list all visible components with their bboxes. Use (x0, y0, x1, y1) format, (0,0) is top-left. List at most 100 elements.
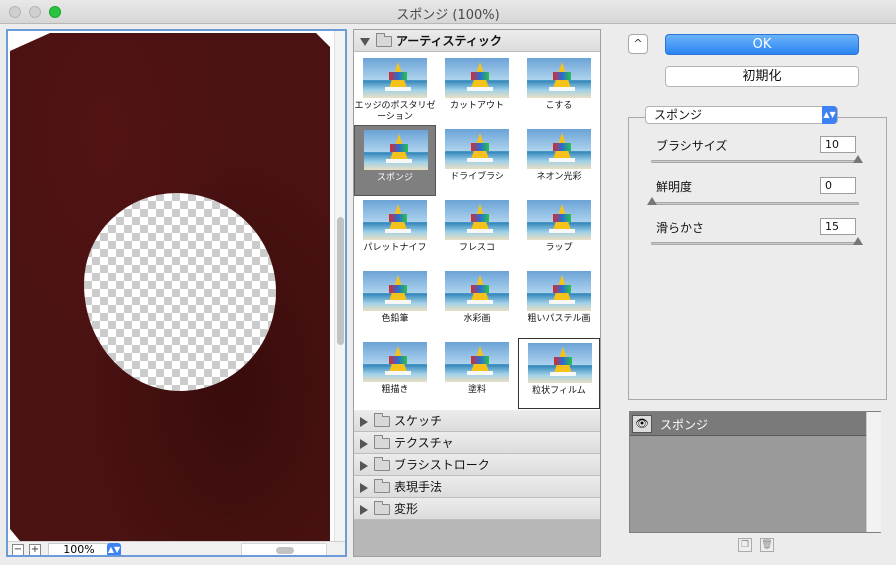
preview-canvas[interactable] (10, 33, 330, 541)
category-label: 変形 (394, 502, 419, 516)
slider-knob[interactable] (853, 155, 863, 163)
thumbnail-label: フレスコ (458, 243, 495, 253)
folder-icon (374, 435, 390, 449)
category-label: ブラシストローク (394, 458, 490, 472)
thumbnail-image (445, 58, 509, 98)
filter-thumbnail[interactable]: 粗描き (354, 338, 436, 409)
category-label: アーティスティック (396, 34, 502, 48)
chevron-updown-icon: ▲▼ (822, 106, 837, 124)
ok-button[interactable]: OK (665, 34, 859, 55)
sharpness-slider[interactable] (647, 197, 859, 205)
thumbnail-label: 粗いパステル画 (527, 314, 591, 324)
smoothness-label: 滑らかさ (656, 221, 705, 235)
thumbnail-label: 塗料 (467, 385, 486, 395)
folder-icon (374, 501, 390, 515)
thumbnail-label: パレットナイフ (363, 243, 427, 253)
thumbnail-label: ラップ (545, 243, 573, 253)
disclosure-closed-icon (360, 504, 368, 515)
titlebar: スポンジ (100%) (0, 0, 896, 24)
preview-vertical-scrollbar[interactable] (334, 31, 345, 541)
filter-thumbnail[interactable]: エッジのポスタリゼーション (354, 54, 436, 125)
filter-thumbnail[interactable]: 粒状フィルム (518, 338, 600, 409)
disclosure-open-icon (360, 37, 370, 46)
filter-thumbnail[interactable]: こする (518, 54, 600, 125)
filter-thumbnail[interactable]: 水彩画 (436, 267, 518, 338)
preview-toolbar: − + 100% ▲▼ (8, 541, 345, 555)
preview-horizontal-scrollbar[interactable] (241, 543, 327, 555)
sharpness-label: 鮮明度 (656, 180, 693, 194)
thumbnail-image (527, 271, 591, 311)
thumbnail-image (445, 200, 509, 240)
filter-thumbnail[interactable]: 粗いパステル画 (518, 267, 600, 338)
thumbnail-label: 水彩画 (463, 314, 491, 324)
thumbnail-image (527, 58, 591, 98)
effect-layers-panel: 👁 スポンジ (629, 411, 881, 533)
category-row[interactable]: 変形 (354, 498, 600, 520)
thumbnail-label: エッジのポスタリゼーション (354, 101, 436, 122)
thumbnail-label: スポンジ (376, 173, 413, 183)
filter-thumbnail[interactable]: ラップ (518, 196, 600, 267)
filter-thumbnail[interactable]: ネオン光彩 (518, 125, 600, 196)
filter-thumbnail[interactable]: 色鉛筆 (354, 267, 436, 338)
zoom-dropdown-icon[interactable]: ▲▼ (107, 543, 121, 555)
brush-size-input[interactable]: 10 (820, 136, 856, 153)
preview-pane[interactable]: − + 100% ▲▼ (6, 29, 347, 557)
thumbnail-image (363, 342, 427, 382)
thumbnail-image (364, 130, 428, 170)
layers-scrollbar[interactable] (866, 412, 881, 532)
trash-icon[interactable]: 🗑 (760, 538, 774, 552)
filter-select[interactable]: スポンジ ▲▼ (645, 106, 838, 124)
effect-layer-name: スポンジ (660, 418, 709, 432)
disclosure-closed-icon (360, 416, 368, 427)
filter-thumbnail[interactable]: ドライブラシ (436, 125, 518, 196)
disclosure-closed-icon (360, 482, 368, 493)
thumbnail-label: 粗描き (381, 385, 409, 395)
window-title: スポンジ (100%) (396, 8, 500, 23)
slider-knob[interactable] (853, 237, 863, 245)
folder-icon (376, 33, 392, 47)
filter-thumbnail[interactable]: 塗料 (436, 338, 518, 409)
thumbnail-image (528, 343, 592, 383)
filter-gallery-window: スポンジ (100%) − + 100% ▲▼ アーティスティック エッジのポス… (0, 0, 896, 565)
new-effect-layer-icon[interactable]: ❐ (738, 538, 752, 552)
filter-thumbnail[interactable]: カットアウト (436, 54, 518, 125)
thumbnail-image (363, 271, 427, 311)
category-row[interactable]: スケッチ (354, 410, 600, 432)
smoothness-slider[interactable] (651, 237, 863, 245)
zoom-level[interactable]: 100% (48, 543, 110, 555)
filter-thumbnail[interactable]: パレットナイフ (354, 196, 436, 267)
filter-thumbnails: エッジのポスタリゼーション カットアウト こするスポンジ ドライブラシ ネオン光彩パレッ… (354, 52, 600, 410)
category-artistic[interactable]: アーティスティック (354, 30, 600, 52)
zoom-out-button[interactable]: − (12, 544, 24, 555)
brush-size-label: ブラシサイズ (656, 139, 728, 153)
category-label: テクスチャ (394, 436, 454, 450)
transparent-corner (316, 33, 330, 47)
brush-size-slider[interactable] (651, 155, 863, 163)
filter-thumbnail[interactable]: フレスコ (436, 196, 518, 267)
sharpness-input[interactable]: 0 (820, 177, 856, 194)
filter-select-value: スポンジ (654, 108, 703, 122)
category-row[interactable]: ブラシストローク (354, 454, 600, 476)
thumbnail-label: こする (545, 101, 573, 111)
thumbnail-label: ドライブラシ (450, 172, 504, 182)
thumbnail-image (527, 129, 591, 169)
disclosure-closed-icon (360, 438, 368, 449)
smoothness-input[interactable]: 15 (820, 218, 856, 235)
collapse-gallery-button[interactable]: ^ (628, 34, 648, 54)
eye-icon[interactable]: 👁 (632, 415, 652, 433)
zoom-in-button[interactable]: + (29, 544, 41, 555)
slider-knob[interactable] (647, 197, 657, 205)
effect-layer-row[interactable]: 👁 スポンジ (630, 412, 866, 436)
folder-icon (374, 479, 390, 493)
filter-thumbnail[interactable]: スポンジ (354, 125, 436, 196)
scroll-thumb[interactable] (276, 547, 294, 554)
reset-button[interactable]: 初期化 (665, 66, 859, 87)
category-row[interactable]: 表現手法 (354, 476, 600, 498)
category-label: 表現手法 (394, 480, 443, 494)
thumbnail-label: 粒状フィルム (532, 386, 586, 396)
category-row[interactable]: テクスチャ (354, 432, 600, 454)
thumbnail-image (445, 271, 509, 311)
thumbnail-image (445, 342, 509, 382)
transparent-corner (10, 529, 20, 541)
scroll-thumb[interactable] (337, 217, 344, 345)
